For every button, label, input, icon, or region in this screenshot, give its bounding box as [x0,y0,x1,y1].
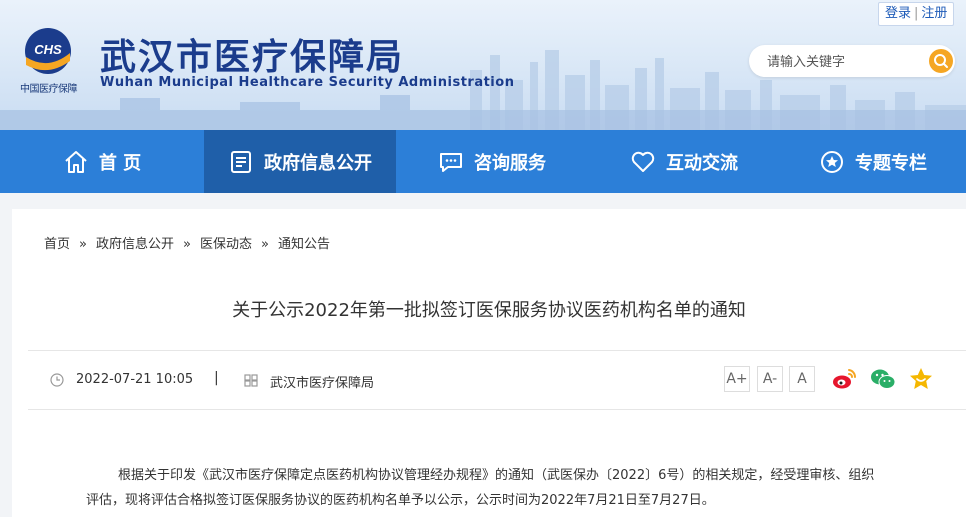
font-decrease-button[interactable]: A- [757,366,783,392]
star-icon [821,150,843,173]
meta-separator: | [214,370,219,386]
search-icon [934,54,948,68]
logo-subtitle: 中国医疗保障 [20,84,78,95]
nav-label: 专题专栏 [855,152,927,174]
favorite-star-icon[interactable] [908,366,934,392]
article-meta-bar: 2022-07-21 10:05 | 武汉市医疗保障局 A+ A- A [28,350,966,410]
weibo-icon[interactable] [831,366,857,392]
breadcrumb-notices[interactable]: 通知公告 [278,237,330,252]
header-banner: CHS 中国医疗保障 武汉市医疗保障局 Wuhan Municipal Heal… [0,0,966,130]
document-icon [231,150,251,173]
site-title: 武汉市医疗保障局 [100,37,405,78]
login-link[interactable]: 登录 [885,6,911,21]
nav-item-special-topics[interactable]: 专题专栏 [780,130,966,193]
article-container: 首页 » 政府信息公开 » 医保动态 » 通知公告 关于公示2022年第一批拟签订医保服务协… [12,209,966,517]
auth-links: 登录 | 注册 [878,2,955,26]
source-icon [244,374,258,387]
register-link[interactable]: 注册 [921,6,947,21]
nav-label: 咨询服务 [474,152,546,174]
publish-source: 武汉市医疗保障局 [270,376,375,391]
breadcrumb-government-info[interactable]: 政府信息公开 [96,237,174,252]
article-paragraph: 根据关于印发《武汉市医疗保障定点医药机构协议管理经办规程》的通知（武医保办〔20… [86,468,875,508]
font-reset-button[interactable]: A [789,366,815,392]
clock-icon [50,373,64,387]
publish-date: 2022-07-21 10:05 [76,372,194,387]
breadcrumb-insurance-news[interactable]: 医保动态 [200,237,252,252]
auth-separator: | [914,6,919,21]
nav-label: 政府信息公开 [264,152,372,174]
search-box [749,45,955,77]
wechat-icon[interactable] [870,366,896,392]
breadcrumb-separator: » [183,237,191,252]
breadcrumb-separator: » [79,237,87,252]
breadcrumb: 首页 » 政府信息公开 » 医保动态 » 通知公告 [44,233,330,252]
nav-item-interaction[interactable]: 互动交流 [588,130,780,193]
search-input[interactable] [765,51,919,73]
home-icon [65,150,87,173]
site-subtitle: Wuhan Municipal Healthcare Security Admi… [100,75,515,90]
nav-item-consulting[interactable]: 咨询服务 [396,130,588,193]
font-increase-button[interactable]: A+ [724,366,750,392]
nav-label: 首 页 [98,152,142,174]
article-body: 根据关于印发《武汉市医疗保障定点医药机构协议管理经办规程》的通知（武医保办〔20… [86,463,886,513]
nav-label: 互动交流 [666,152,738,174]
article-title: 关于公示2022年第一批拟签订医保服务协议医药机构名单的通知 [232,300,746,321]
breadcrumb-home[interactable]: 首页 [44,237,70,252]
heart-icon [631,151,655,172]
breadcrumb-separator: » [260,237,269,252]
search-button[interactable] [929,49,953,73]
nav-item-government-info[interactable]: 政府信息公开 [204,130,396,193]
chat-icon [440,152,462,172]
logo-text: CHS [34,42,62,57]
nav-item-home[interactable]: 首 页 [0,130,204,193]
main-nav: 首 页 政府信息公开 咨询服务 互动交流 专题专栏 [0,130,966,193]
